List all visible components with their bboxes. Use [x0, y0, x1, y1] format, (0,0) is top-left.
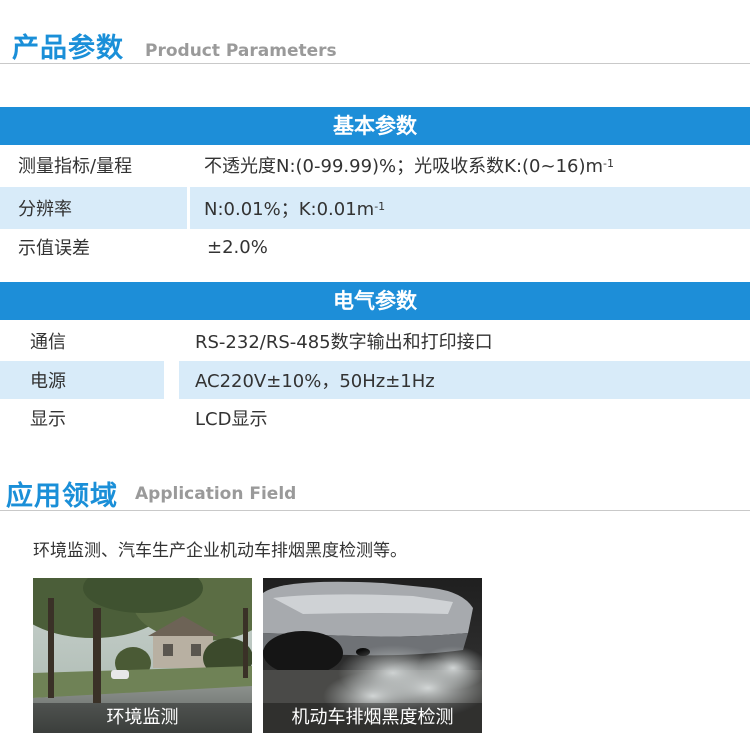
product-parameters-header: 产品参数 Product Parameters	[0, 0, 750, 70]
param-value-text: N:0.01%；K:0.01m	[204, 199, 375, 220]
param-value-text: AC220V±10%，50Hz±1Hz	[195, 371, 435, 392]
section-divider	[0, 510, 750, 511]
section-title: 产品参数	[12, 33, 124, 64]
param-value: AC220V±10%，50Hz±1Hz	[179, 361, 750, 399]
param-label: 电源	[0, 361, 164, 399]
table-row: 显示 LCD显示	[0, 399, 750, 437]
param-label: 示值误差	[18, 238, 90, 259]
basic-parameters-band: 基本参数	[0, 107, 750, 145]
section-subtitle: Application Field	[135, 484, 297, 504]
param-label: 通信	[30, 332, 66, 353]
section-title: 应用领域	[6, 481, 118, 512]
param-value: RS-232/RS-485数字输出和打印接口	[195, 332, 493, 353]
param-label-text: 分辨率	[18, 199, 72, 220]
image-caption: 环境监测	[33, 703, 252, 733]
table-row: 测量指标/量程 不透光度N:(0-99.99)%；光吸收系数K:(0~16)m -…	[0, 145, 750, 185]
param-value: N:0.01%；K:0.01m -1	[190, 187, 750, 229]
application-field-header: 应用领域 Application Field	[0, 470, 750, 515]
param-label: 显示	[30, 409, 66, 430]
table-row: 通信 RS-232/RS-485数字输出和打印接口	[0, 321, 750, 361]
table-row: 示值误差 ±2.0%	[0, 229, 750, 265]
param-value: 不透光度N:(0-99.99)%；光吸收系数K:(0~16)m -1	[204, 145, 614, 185]
table-row: 分辨率 N:0.01%；K:0.01m -1	[0, 187, 750, 229]
param-label-text: 电源	[30, 371, 66, 392]
electrical-parameters-band: 电气参数	[0, 282, 750, 320]
image-caption: 机动车排烟黑度检测	[263, 703, 482, 733]
section-divider	[0, 63, 750, 64]
param-value: ±2.0%	[207, 236, 268, 258]
param-value: LCD显示	[195, 409, 268, 430]
param-label: 分辨率	[0, 187, 187, 229]
param-value-text: 不透光度N:(0-99.99)%；光吸收系数K:(0~16)m	[204, 156, 604, 177]
application-description: 环境监测、汽车生产企业机动车排烟黑度检测等。	[33, 541, 407, 561]
param-label: 测量指标/量程	[18, 156, 133, 177]
param-value-superscript: -1	[374, 199, 386, 213]
section-subtitle: Product Parameters	[145, 41, 337, 61]
vehicle-exhaust-photo: 机动车排烟黑度检测	[263, 578, 482, 733]
param-value-superscript: -1	[603, 156, 615, 170]
table-row: 电源 AC220V±10%，50Hz±1Hz	[0, 361, 750, 399]
environment-monitoring-photo: 环境监测	[33, 578, 252, 733]
